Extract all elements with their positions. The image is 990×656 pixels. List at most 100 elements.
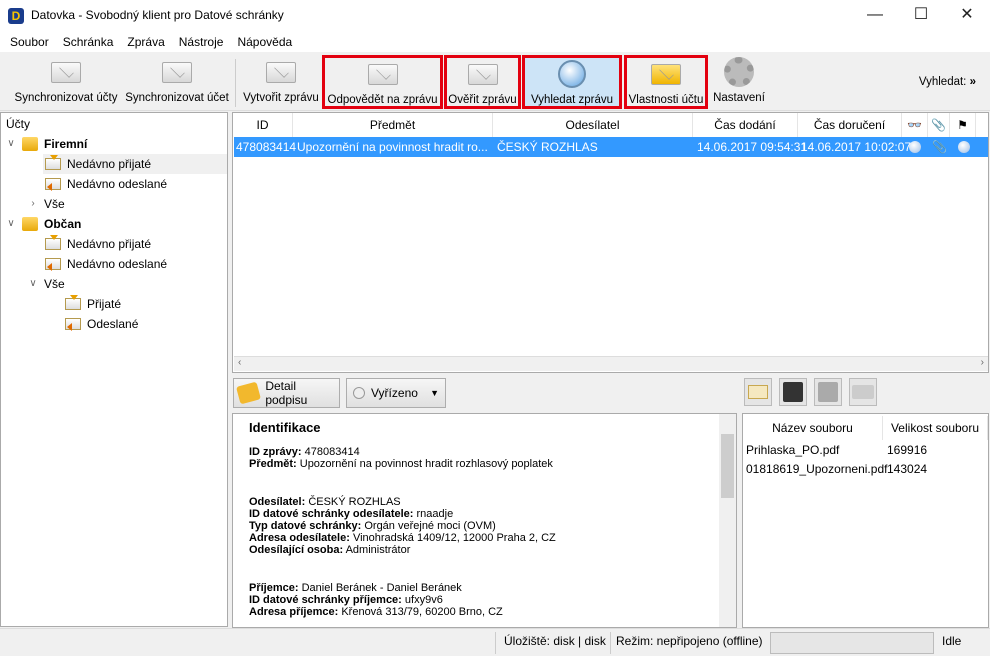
column-sender[interactable]: Odesílatel [493,113,693,137]
toolbar: Synchronizovat účty Synchronizovat účet … [0,53,990,111]
column-attachment-icon[interactable]: 📎 [928,113,950,137]
processing-status-select[interactable]: Vyřízeno ▼ [346,378,446,408]
cell-accepted: 14.06.2017 10:02:07 [801,140,912,154]
filesize: 143024 [887,462,928,476]
message-list: ID Předmět Odesílatel Čas dodání Čas dor… [232,112,989,373]
attachment-row[interactable]: Prihlaska_PO.pdf 169916 [746,440,927,460]
field-sender: Odesílatel: ČESKÝ ROZHLAS [249,496,714,508]
vertical-scrollbar[interactable] [719,414,736,627]
column-delivered[interactable]: Čas dodání [693,113,798,137]
label: Předmět: [249,458,297,470]
settings-button[interactable]: Nastavení [710,55,768,109]
label: Vše [44,197,65,211]
field-box-type: Typ datové schránky: Orgán veřejné moci … [249,520,714,532]
column-filename[interactable]: Název souboru [743,416,883,440]
obcan-all[interactable]: ∨ Vše [26,274,64,294]
progress-bar [770,632,934,654]
obcan-recent-received[interactable]: Nedávno přijaté [45,234,151,254]
save-attachment-button[interactable] [814,378,842,406]
processing-status-icon [958,141,970,153]
collapse-chevron-icon[interactable]: ∨ [4,134,18,154]
menu-zprava[interactable]: Zpráva [120,32,171,52]
collapse-chevron-icon[interactable]: ∨ [26,274,40,294]
minimize-button[interactable]: — [852,0,898,32]
inbox-icon [45,235,61,250]
dropdown-arrow-icon: ▼ [430,388,439,398]
menu-soubor[interactable]: Soubor [3,32,56,52]
expand-chevron-icon[interactable]: › [26,194,40,214]
open-attachment-button[interactable] [849,378,877,406]
search-toolbar-label[interactable]: Vyhledat: » [919,76,976,88]
cell-id: 478083414 [236,140,297,154]
sync-accounts-icon [51,61,81,83]
label: Vytvořit zprávu [243,92,319,104]
signature-detail-button[interactable]: Detail podpisu [233,378,340,408]
magnifier-icon [558,60,586,88]
scrollbar-thumb[interactable] [721,434,734,498]
column-flag-icon[interactable]: ⚑ [950,113,976,137]
label: Vyhledat zprávu [530,94,614,106]
column-subject[interactable]: Předmět [293,113,493,137]
table-row[interactable]: 478083414 Upozornění na povinnost hradit… [234,137,988,157]
label: Nedávno odeslané [67,257,168,271]
sync-accounts-button[interactable]: Synchronizovat účty [12,55,120,109]
label: Nedávno přijaté [67,237,152,251]
menu-nastroje[interactable]: Nástroje [172,32,231,52]
separator [610,632,611,654]
floppy-disabled-icon [818,382,838,402]
floppy-icon [783,382,803,402]
reply-message-button[interactable]: Odpovědět na zprávu [322,55,443,109]
menu-napoveda[interactable]: Nápověda [230,32,299,52]
column-filesize[interactable]: Velikost souboru [883,416,988,440]
message-detail: Identifikace ID zprávy: 478083414 Předmě… [232,413,737,628]
firemni-recent-received[interactable]: Nedávno přijaté [43,154,227,174]
field-subject: Předmět: Upozornění na povinnost hradit … [249,458,714,470]
label: Ověřit zprávu [448,94,517,106]
value: rnaadje [416,508,454,520]
verify-message-button[interactable]: Ověřit zprávu [444,55,521,109]
create-message-button[interactable]: Vytvořit zprávu [240,55,322,109]
reply-icon [367,63,398,85]
search-message-button[interactable]: Vyhledat zprávu [522,55,622,109]
filesize: 169916 [887,443,928,457]
label: Nedávno přijaté [67,157,152,171]
save-all-attachments-button[interactable] [779,378,807,406]
label: ID datové schránky odesílatele: [249,508,414,520]
save-message-button[interactable] [744,378,772,406]
gear-icon [724,57,754,87]
value: Vinohradská 1409/12, 12000 Praha 2, CZ [352,532,556,544]
value: Daniel Beránek - Daniel Beránek [301,582,462,594]
accounts-tree: Účty ∨ Firemní Nedávno přijaté Nedávno od… [0,112,228,627]
attachment-row[interactable]: 01818619_Upozorneni.pdf 143024 [746,459,927,479]
firemni-recent-sent[interactable]: Nedávno odeslané [45,174,167,194]
column-read-icon[interactable]: 👓 [902,113,928,137]
value: Upozornění na povinnost hradit rozhlasov… [299,458,553,470]
column-accepted[interactable]: Čas doručení [798,113,902,137]
horizontal-scrollbar[interactable]: ‹ › [234,356,988,371]
account-icon [22,137,38,151]
account-obcan[interactable]: ∨ Občan [4,214,81,234]
firemni-all[interactable]: › Vše [26,194,65,214]
value: Administrátor [345,544,411,556]
obcan-received[interactable]: Přijaté [65,294,121,314]
label: Odeslané [87,317,139,331]
collapse-chevron-icon[interactable]: ∨ [4,214,18,234]
menu-schranka[interactable]: Schránka [56,32,121,52]
inbox-icon [45,155,61,170]
obcan-recent-sent[interactable]: Nedávno odeslané [45,254,167,274]
account-properties-button[interactable]: Vlastnosti účtu [624,55,708,109]
close-button[interactable]: ✕ [944,0,990,32]
separator [495,632,496,654]
verify-hammer-icon [467,63,498,85]
obcan-sent[interactable]: Odeslané [65,314,138,334]
account-firemni[interactable]: ∨ Firemní [4,134,87,154]
label: Adresa příjemce: [249,606,339,618]
maximize-button[interactable]: ☐ [898,0,944,32]
label: Nastavení [713,92,765,104]
column-id[interactable]: ID [233,113,293,137]
overflow-chevron-icon[interactable]: » [970,76,976,88]
sync-account-button[interactable]: Synchronizovat účet [124,55,230,109]
outbox-icon [45,178,61,191]
status-bar: Úložiště: disk | disk Režim: nepřipojeno… [0,628,990,656]
tree-root: Účty [6,117,30,131]
